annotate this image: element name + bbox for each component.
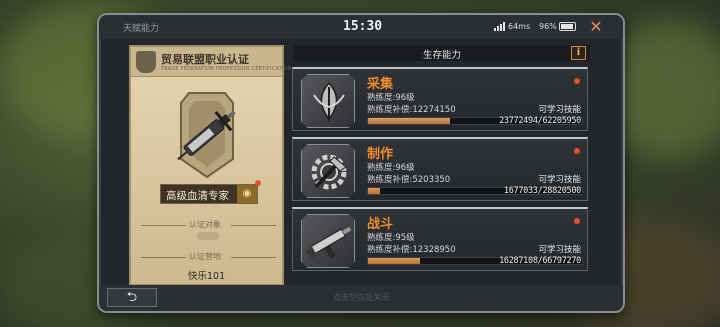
divider (231, 257, 276, 258)
signal-icon (494, 22, 506, 31)
progress-fill (368, 118, 450, 124)
skill-card-combat[interactable]: 战斗 熟练度:95级 熟练度补偿:12328950 可学习技能 16287108… (292, 207, 588, 271)
location-label: 认证营地 (189, 252, 221, 261)
certificate-header: 贸易联盟职业认证 TRADE FEDERATION PROFESSION CER… (131, 47, 291, 77)
eye-icon[interactable]: ◉ (237, 185, 257, 203)
certificate-org-title: 贸易联盟职业认证 (161, 53, 249, 66)
certificate-card: 贸易联盟职业认证 TRADE FEDERATION PROFESSION CER… (129, 45, 291, 286)
gun-icon (301, 214, 355, 268)
top-status-bar: 天赋能力 15:30 64ms 96% ✕ (99, 15, 623, 39)
progress-text: 16287108/66797270 (499, 256, 581, 266)
federation-logo-icon (136, 51, 156, 73)
progress-fill (368, 188, 381, 194)
divider (141, 257, 186, 258)
panel-title: 天赋能力 (123, 24, 160, 34)
progress-fill (368, 258, 421, 264)
skill-compensation: 熟练度补偿:12274150 (367, 105, 456, 115)
syringe-badge-icon (177, 92, 236, 179)
certificate-org-subtitle: TRADE FEDERATION PROFESSION CERTIFICATIO… (161, 66, 292, 72)
gear-hammer-icon (301, 144, 355, 198)
section-title: 生存能力 (422, 50, 461, 61)
ping-readout: 64ms (508, 22, 531, 31)
skill-name: 制作 (367, 147, 394, 162)
notification-dot (574, 78, 580, 84)
learnable-skill-label: 可学习技能 (538, 105, 581, 115)
battery-percent: 96% (539, 22, 557, 31)
certification-name: 高级血清专家 (166, 190, 229, 202)
skill-card-crafting[interactable]: 制作 熟练度:96级 熟练度补偿:5203350 可学习技能 1677033/2… (292, 137, 588, 201)
clock: 15:30 (343, 19, 383, 34)
bottom-bar: ⮌ 点击空白处关闭 (99, 285, 623, 311)
progress-text: 1677033/28820500 (503, 186, 581, 196)
skill-level: 熟练度:96级 (367, 93, 415, 103)
blurred-target (197, 232, 219, 240)
skill-level: 熟练度:95级 (367, 233, 415, 243)
learnable-skill-label: 可学习技能 (538, 245, 581, 255)
skill-name: 战斗 (367, 217, 394, 232)
progress-text: 23772494/62205950 (499, 116, 581, 126)
learnable-skill-label: 可学习技能 (538, 175, 581, 185)
section-header: 生存能力 i (294, 45, 590, 61)
skill-level: 熟练度:96级 (367, 163, 415, 173)
skill-compensation: 熟练度补偿:5203350 (367, 175, 451, 185)
info-icon[interactable]: i (571, 46, 586, 60)
close-hint: 点击空白处关闭 (333, 293, 389, 302)
certification-name-plate[interactable]: 高级血清专家 ◉ (160, 184, 258, 204)
notification-dot (255, 180, 261, 186)
location-value: 快乐101 (188, 271, 226, 282)
leaf-icon (301, 74, 355, 128)
profession-panel: 天赋能力 15:30 64ms 96% ✕ 贸易联盟职业认证 TRADE FED… (97, 13, 625, 313)
close-icon[interactable]: ✕ (586, 17, 606, 37)
skill-card-gathering[interactable]: 采集 熟练度:96级 熟练度补偿:12274150 可学习技能 23772494… (292, 67, 588, 131)
divider (231, 225, 276, 226)
skill-compensation: 熟练度补偿:12328950 (367, 245, 456, 255)
battery-icon (559, 22, 576, 31)
target-label: 认证对象 (189, 220, 221, 229)
notification-dot (574, 148, 580, 154)
divider (141, 225, 186, 226)
notification-dot (574, 218, 580, 224)
skill-name: 采集 (367, 77, 394, 92)
